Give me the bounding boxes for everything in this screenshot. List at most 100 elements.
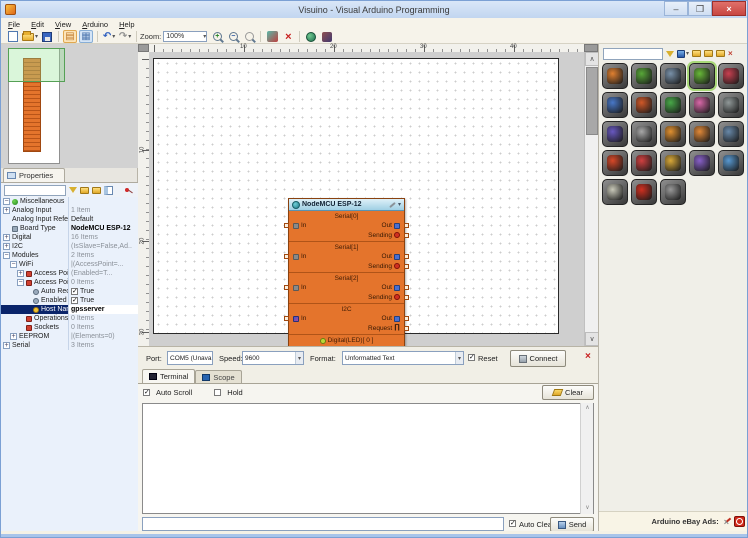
toolbox-category-16[interactable] <box>602 150 628 176</box>
toolbox-folder-icon-3[interactable] <box>716 50 725 57</box>
toolbox-category-23[interactable] <box>660 179 686 205</box>
value-checkbox[interactable]: ✓ <box>71 288 78 295</box>
connect-button[interactable]: Connect <box>510 350 566 367</box>
property-row[interactable]: −WiFi|(AccessPoint=... <box>1 260 138 269</box>
terminal-scrollbar[interactable]: ∧ ∨ <box>580 403 593 514</box>
toolbox-category-18[interactable] <box>660 150 686 176</box>
wrench-icon[interactable] <box>389 201 396 207</box>
property-value[interactable]: gpsserver <box>69 305 138 314</box>
reset-checkbox[interactable]: ✓ <box>468 354 475 361</box>
property-row[interactable]: −Access Points0 Items <box>1 278 138 287</box>
input-pin[interactable] <box>284 223 289 228</box>
expand-icon[interactable]: + <box>3 243 10 250</box>
property-value[interactable]: Default <box>69 215 138 224</box>
property-row[interactable]: Host Namegpsserver <box>1 305 138 314</box>
property-row[interactable]: +Analog Input1 Item <box>1 206 138 215</box>
menu-item-view[interactable]: View <box>55 20 71 29</box>
property-value[interactable]: 0 Items <box>69 314 138 323</box>
open-button[interactable]: ▾ <box>22 30 38 43</box>
expand-icon[interactable]: + <box>3 234 10 241</box>
minimize-button[interactable]: – <box>664 1 688 16</box>
terminal-scroll-down[interactable]: ∨ <box>581 503 594 514</box>
menu-item-file[interactable]: File <box>8 20 20 29</box>
property-row[interactable]: +Serial3 Items <box>1 341 138 350</box>
hold-checkbox[interactable] <box>214 389 221 396</box>
scroll-thumb[interactable] <box>586 67 598 135</box>
toolbox-category-8[interactable] <box>660 92 686 118</box>
tab-properties[interactable]: Properties <box>3 168 65 182</box>
component-dropdown-icon[interactable]: ▾ <box>398 201 401 208</box>
toolbox-mode-icon[interactable] <box>677 50 685 58</box>
collapse-icon[interactable]: − <box>10 261 17 268</box>
undo-button[interactable]: ↶▾ <box>102 30 116 43</box>
property-row[interactable]: Auto Reconnect✓True <box>1 287 138 296</box>
property-value[interactable]: 2 Items <box>69 251 138 260</box>
toolbox-category-21[interactable] <box>602 179 628 205</box>
collapse-icon[interactable]: − <box>3 198 10 205</box>
toolbox-category-10[interactable] <box>718 92 744 118</box>
maximize-button[interactable]: ❒ <box>688 1 712 16</box>
redo-dropdown-icon[interactable]: ▾ <box>128 33 131 40</box>
toolbox-search-input[interactable] <box>603 48 663 60</box>
property-value[interactable]: |(Elements=0) <box>69 332 138 341</box>
property-value[interactable]: ✓True <box>69 296 138 305</box>
toolbox-folder-icon-1[interactable] <box>692 50 701 57</box>
property-row[interactable]: −Miscellaneous <box>1 197 138 206</box>
nodemcu-component[interactable]: NodeMCU ESP-12 ▾ Serial[0]InOutSendingSe… <box>288 198 405 346</box>
send-input[interactable] <box>142 517 504 531</box>
forum-button[interactable] <box>320 30 334 43</box>
clear-button[interactable]: Clear <box>542 385 594 400</box>
toolbox-category-4[interactable] <box>689 63 715 89</box>
design-viewport[interactable]: NodeMCU ESP-12 ▾ Serial[0]InOutSendingSe… <box>149 52 584 346</box>
toolbox-filter-icon[interactable] <box>666 51 674 57</box>
expand-icon[interactable]: + <box>10 333 17 340</box>
toolbox-category-11[interactable] <box>602 121 628 147</box>
canvas-vertical-scrollbar[interactable]: ∧ ∨ <box>584 52 598 346</box>
format-combo[interactable]: Unformatted Text▾ <box>342 351 464 365</box>
delete-button[interactable]: × <box>281 30 295 43</box>
ads-ebay-icon[interactable] <box>734 516 745 527</box>
value-checkbox[interactable]: ✓ <box>71 297 78 304</box>
scroll-down-arrow[interactable]: ∨ <box>585 332 599 346</box>
toolbox-category-13[interactable] <box>660 121 686 147</box>
property-row[interactable]: Analog Input Refe...Default <box>1 215 138 224</box>
open-dropdown-icon[interactable]: ▾ <box>35 33 38 40</box>
web-button[interactable] <box>304 30 318 43</box>
layout-toggle-button[interactable]: ▤ <box>63 30 77 43</box>
output-pin[interactable] <box>404 316 409 321</box>
toolbox-category-9[interactable] <box>689 92 715 118</box>
view-mode-icon[interactable] <box>104 186 113 195</box>
property-row[interactable]: +I2C(IsSlave=False,Ad.. <box>1 242 138 251</box>
terminal-output[interactable] <box>142 403 594 514</box>
terminal-scroll-up[interactable]: ∧ <box>581 403 594 414</box>
property-row[interactable]: Operations0 Items <box>1 314 138 323</box>
panel-close-icon[interactable]: × <box>585 351 591 362</box>
output-pin[interactable] <box>404 264 409 269</box>
input-pin[interactable] <box>284 285 289 290</box>
toolbox-category-2[interactable] <box>631 63 657 89</box>
toolbox-category-14[interactable] <box>689 121 715 147</box>
expand-icon[interactable]: + <box>3 207 10 214</box>
toolbox-category-3[interactable] <box>660 63 686 89</box>
property-row[interactable]: +Digital16 Items <box>1 233 138 242</box>
auto-scroll-checkbox[interactable]: ✓ <box>143 389 150 396</box>
save-button[interactable] <box>40 30 54 43</box>
toolbox-category-17[interactable] <box>631 150 657 176</box>
build-button[interactable] <box>265 30 279 43</box>
expand-icon[interactable]: + <box>17 270 24 277</box>
zoom-out-button[interactable]: − <box>226 30 240 43</box>
property-row[interactable]: Enabled✓True <box>1 296 138 305</box>
property-value[interactable]: (Enabled=T... <box>69 269 138 278</box>
toolbox-category-20[interactable] <box>718 150 744 176</box>
toolbox-category-1[interactable] <box>602 63 628 89</box>
toolbox-mode-dropdown-icon[interactable]: ▾ <box>686 50 689 57</box>
zoom-combo[interactable]: 100%▾ <box>163 31 207 42</box>
toolbox-folder-icon-2[interactable] <box>704 50 713 57</box>
design-page[interactable]: NodeMCU ESP-12 ▾ Serial[0]InOutSendingSe… <box>153 58 559 334</box>
property-row[interactable]: Board TypeNodeMCU ESP-12 <box>1 224 138 233</box>
property-row[interactable]: +EEPROM|(Elements=0) <box>1 332 138 341</box>
properties-search-input[interactable] <box>4 185 66 196</box>
minimap-viewport-rect[interactable] <box>8 48 65 82</box>
output-pin[interactable] <box>404 285 409 290</box>
collapse-all-icon[interactable] <box>92 187 101 194</box>
